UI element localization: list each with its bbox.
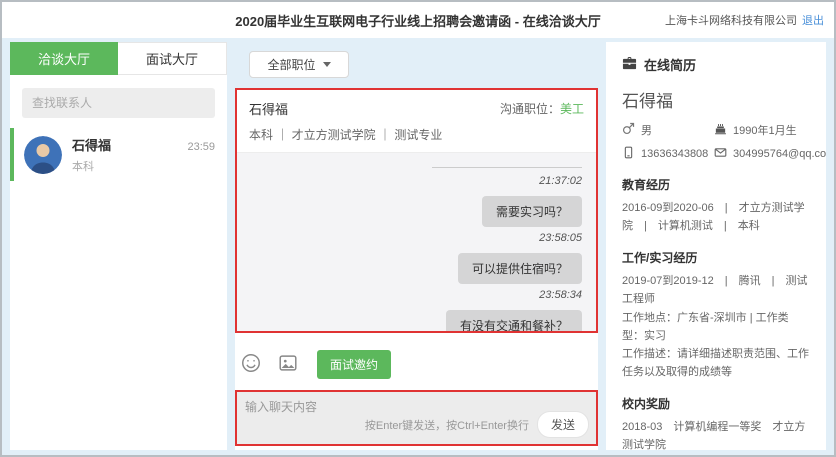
education-line: 2016-09到2020-06 | 才立方测试学院 | 计算机测试 | 本科 <box>622 202 805 233</box>
birthday-item: 1990年1月生 <box>714 122 826 138</box>
topbar-account-area: 上海卡斗网络科技有限公司 退出 <box>665 2 824 38</box>
cake-icon <box>714 122 727 138</box>
briefcase-icon <box>622 56 637 74</box>
envelope-icon <box>714 146 727 162</box>
sidebar-tabs: 洽谈大厅 面试大厅 <box>10 42 227 75</box>
contact-list-item[interactable]: 石得福 23:59 本科 <box>10 128 227 181</box>
resume-header-label: 在线简历 <box>644 58 697 73</box>
online-resume-panel: 在线简历 石得福 男 1990年1月生 13636343808 30499576… <box>606 42 826 450</box>
company-name: 上海卡斗网络科技有限公司 <box>665 15 797 27</box>
tab-negotiation-hall[interactable]: 洽谈大厅 <box>10 42 118 75</box>
position-filter-bar: 全部职位 <box>235 42 598 88</box>
resume-basic-info: 男 1990年1月生 13636343808 304995764@qq.com <box>622 122 826 162</box>
message-timestamp: 21:37:02 <box>539 175 582 187</box>
message-bubble: 可以提供住宿吗？ <box>457 253 582 284</box>
send-actions: 按Enter键发送，按Ctrl+Enter换行 发送 <box>365 411 589 438</box>
interview-invite-button[interactable]: 面试邀约 <box>317 349 392 379</box>
content-area: 洽谈大厅 面试大厅 石得福 23:59 <box>2 38 834 455</box>
contacts-sidebar: 洽谈大厅 面试大厅 石得福 23:59 <box>10 42 227 450</box>
message-list[interactable]: 21:37:02 需要实习吗？ 23:58:05 可以提供住宿吗？ 23:58:… <box>237 153 596 331</box>
position-value: 美工 <box>559 102 584 116</box>
gender-item: 男 <box>622 122 714 138</box>
contact-search-input[interactable] <box>22 88 215 118</box>
chat-column: 全部职位 石得福 沟通职位：美工 本科 ｜ 才立方测试学院 ｜ 测试专业 21:… <box>235 42 598 450</box>
birthday-value: 1990年1月生 <box>733 125 797 137</box>
phone-value: 13636343808 <box>641 148 709 160</box>
smiley-icon <box>240 352 262 377</box>
male-icon <box>622 122 635 138</box>
phone-item: 13636343808 <box>622 146 714 162</box>
phone-icon <box>622 146 635 162</box>
image-icon <box>277 352 299 377</box>
emoji-button[interactable] <box>239 352 263 376</box>
logout-link[interactable]: 退出 <box>802 12 824 28</box>
page-title: 2020届毕业生互联网电子行业线上招聘会邀请函 - 在线洽谈大厅 <box>235 13 601 29</box>
contact-name: 石得福 <box>72 138 112 153</box>
contact-info: 石得福 23:59 本科 <box>72 135 215 174</box>
composer-toolbar: 面试邀约 <box>239 349 596 379</box>
contact-avatar <box>24 135 62 174</box>
awards-line-1: 2018-03 计算机编程一等奖 才立方测试学院 <box>622 421 806 450</box>
position-label: 沟通职位： <box>499 102 560 116</box>
send-hint: 按Enter键发送，按Ctrl+Enter换行 <box>364 419 529 432</box>
email-value: 304995764@qq.com <box>733 148 826 160</box>
work-line-2: 工作地点：广东省-深圳市 | 工作类型：实习 <box>622 311 789 342</box>
all-positions-label: 全部职位 <box>267 58 316 72</box>
message-bubble: 需要实习吗？ <box>481 196 582 227</box>
chat-peer-header: 石得福 沟通职位：美工 本科 ｜ 才立方测试学院 ｜ 测试专业 <box>237 90 596 153</box>
all-positions-dropdown[interactable]: 全部职位 <box>249 51 349 78</box>
chat-card: 石得福 沟通职位：美工 本科 ｜ 才立方测试学院 ｜ 测试专业 21:37:02… <box>235 88 598 450</box>
peer-position: 沟通职位：美工 <box>500 100 584 117</box>
awards-section-title: 校内奖励 <box>622 397 671 412</box>
contact-last-time: 23:59 <box>187 141 215 153</box>
chat-box-highlighted: 石得福 沟通职位：美工 本科 ｜ 才立方测试学院 ｜ 测试专业 21:37:02… <box>235 88 598 333</box>
contact-degree: 本科 <box>72 161 94 173</box>
chat-input-box-highlighted: 按Enter键发送，按Ctrl+Enter换行 发送 <box>235 390 598 446</box>
work-section-title: 工作/实习经历 <box>622 251 698 266</box>
message-bubble: 有没有交通和餐补？ <box>445 310 582 331</box>
send-image-button[interactable] <box>276 352 300 376</box>
peer-edu-info: 本科 ｜ 才立方测试学院 ｜ 测试专业 <box>249 128 443 142</box>
send-button[interactable]: 发送 <box>536 411 589 438</box>
app-window: 2020届毕业生互联网电子行业线上招聘会邀请函 - 在线洽谈大厅 上海卡斗网络科… <box>0 0 836 457</box>
education-section-title: 教育经历 <box>622 178 671 192</box>
email-item: 304995764@qq.com <box>714 146 826 162</box>
resume-candidate-name: 石得福 <box>622 92 673 111</box>
work-line-1: 2019-07到2019-12 | 腾讯 | 测试工程师 <box>622 275 808 306</box>
gender-value: 男 <box>641 125 652 137</box>
top-bar: 2020届毕业生互联网电子行业线上招聘会邀请函 - 在线洽谈大厅 上海卡斗网络科… <box>2 2 834 38</box>
message-timestamp: 23:58:05 <box>539 232 582 244</box>
tab-interview-hall[interactable]: 面试大厅 <box>118 42 227 75</box>
history-divider <box>432 167 582 168</box>
peer-name: 石得福 <box>249 102 289 117</box>
message-timestamp: 23:58:34 <box>539 289 582 301</box>
work-line-3: 工作描述：请详细描述职责范围、工作任务以及取得的成绩等 <box>622 347 809 378</box>
chevron-down-icon <box>322 62 331 67</box>
contact-search-wrap <box>10 75 227 128</box>
resume-header: 在线简历 <box>622 55 810 74</box>
